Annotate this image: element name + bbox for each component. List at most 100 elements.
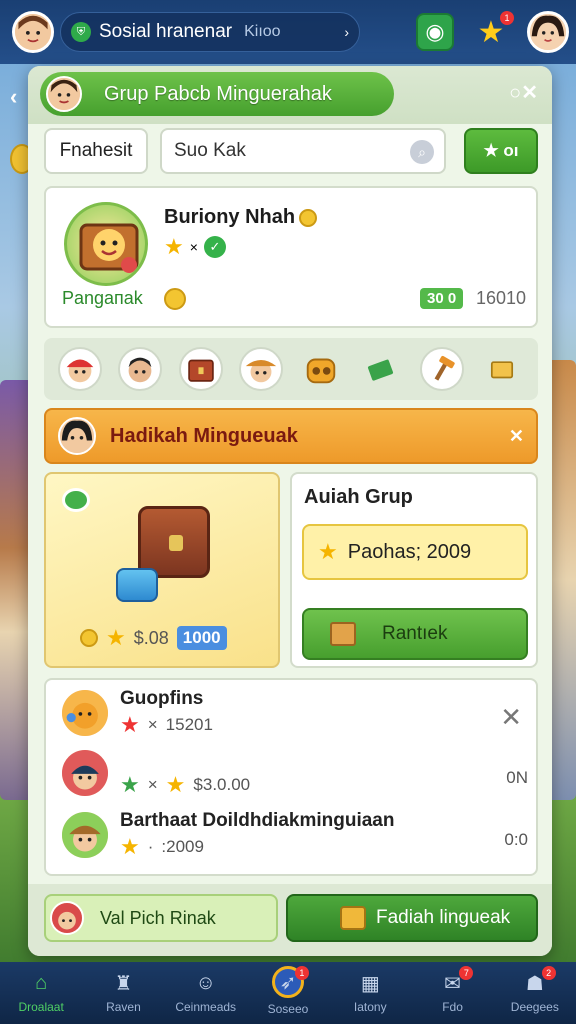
star-icon: ★ <box>318 539 338 564</box>
modal-title-pill: Grup Pabcb Minguerahak <box>40 72 394 116</box>
avatar-boy-icon[interactable] <box>118 347 163 391</box>
banner-avatar <box>58 417 96 455</box>
reward-badge: 1000 <box>176 626 227 650</box>
face-icon: ☺ <box>195 971 216 994</box>
profile-count: 16010 <box>476 288 527 308</box>
member-stats: ★ × ★ $3.0.00 <box>120 774 250 796</box>
star-icon: ★ <box>165 772 186 797</box>
chat-icon[interactable] <box>62 488 90 512</box>
castle-icon: ♜ <box>114 972 133 995</box>
coin-icon <box>164 288 186 310</box>
nav-badge: 1 <box>294 966 309 980</box>
search-value: Suo Kak <box>174 140 246 161</box>
group-profile-card[interactable]: Buriony Nhah ★ × ✓ Pangaпak 30 0 16010 <box>44 186 538 328</box>
footer-avatar <box>50 901 84 935</box>
profile-role: Pangaпak <box>62 288 143 308</box>
back-arrow-icon[interactable]: ‹ <box>10 84 17 110</box>
friend-avatar[interactable] <box>527 11 569 53</box>
social-title-pill[interactable]: ⛨ Sosial hranenar Kiıoo › <box>60 12 360 52</box>
bottom-nav: ⌂ Droalaat ♜ Raven ☺ Ceinmeads ➶ Soseeo … <box>0 962 576 1024</box>
nav-item-face[interactable]: ☺ Ceinmeads <box>165 962 247 1024</box>
nav-label: Fdo <box>442 1000 463 1014</box>
claim-label: Rantıek <box>382 623 448 644</box>
star-icon: ★ <box>164 234 184 259</box>
coin-icon <box>80 629 98 647</box>
nav-label: Soseeo <box>267 1002 309 1016</box>
hammer-icon[interactable] <box>419 347 464 391</box>
footer-right-label: Fadiah lingueak <box>376 907 511 928</box>
claim-button[interactable]: Rantıek <box>302 608 528 660</box>
weekly-gift-banner[interactable]: Hadikah Mingueuak ✕ <box>44 408 538 464</box>
star-icon: ★ <box>120 772 140 797</box>
nav-item-bag[interactable]: ☗ Deegees 2 <box>494 962 576 1024</box>
list-item[interactable]: Guopfins ★ × 15201 <box>60 688 528 744</box>
close-icon[interactable]: ○✕ <box>509 80 538 105</box>
search-input[interactable]: Suo Kak ⌕ <box>160 128 446 174</box>
social-title: Sosial hranenar <box>99 21 233 42</box>
multiply-icon: · <box>147 837 154 856</box>
chevron-right-icon[interactable]: › <box>344 24 349 40</box>
coin-icon <box>299 208 318 227</box>
profile-name: Buriony Nhah <box>164 206 318 229</box>
star-filter-button[interactable]: ★ oı <box>464 128 538 174</box>
social-title-suffix: Kiıoo <box>244 23 281 40</box>
avatar-hat-icon[interactable] <box>238 347 283 391</box>
modal-header: Grup Pabcb Minguerahak ○✕ <box>28 66 552 124</box>
nav-label: Iatony <box>353 1000 387 1014</box>
home-icon: ⌂ <box>35 971 48 994</box>
nav-item-home[interactable]: ⌂ Droalaat <box>0 962 82 1024</box>
member-stat: :2009 <box>161 837 204 856</box>
member-stat: $3.0.00 <box>193 775 251 794</box>
member-name: Guopfins <box>120 688 204 709</box>
reward-card[interactable]: ★ $.08 1000 <box>44 472 280 668</box>
members-list: ✕ Guopfins ★ × 15201 ★ × ★ $3.0.00 0N Ba… <box>44 678 538 876</box>
gift-icon <box>340 906 366 930</box>
list-item[interactable]: Barthaat Doildhdiakminguiaan ★ · :2009 0… <box>60 810 528 866</box>
modal-footer: Val Pich Rinak Fadiah lingueak <box>28 884 552 956</box>
star-icon: ★ <box>120 712 140 737</box>
weekly-gift-button[interactable]: Fadiah lingueak <box>286 894 538 942</box>
box-icon[interactable] <box>480 347 524 391</box>
nav-item-castle[interactable]: ♜ Raven <box>82 962 164 1024</box>
chest-icon[interactable] <box>178 347 223 391</box>
member-icon-strip <box>44 338 538 400</box>
banner-title: Hadikah Mingueuak <box>110 424 298 447</box>
crate-icon <box>330 622 356 646</box>
member-avatar <box>60 810 110 860</box>
member-stats: ★ · :2009 <box>120 836 204 858</box>
member-stats: ★ × 15201 <box>120 714 213 736</box>
player-avatar[interactable] <box>12 11 54 53</box>
member-avatar <box>60 688 110 738</box>
user-badge-icon[interactable]: ◉ <box>416 13 454 51</box>
view-weekly-button[interactable]: Val Pich Rinak <box>44 894 278 942</box>
profile-rating: ★ × ✓ <box>164 236 226 258</box>
member-name: Barthaat Doildhdiakminguiaan <box>120 810 395 831</box>
list-item[interactable]: ★ × ★ $3.0.00 0N <box>60 748 528 804</box>
nav-item-grid[interactable]: ▦ Iatony <box>329 962 411 1024</box>
filter-chip[interactable]: Fnahesit <box>44 128 148 174</box>
reward-price: $.08 <box>133 627 169 648</box>
star-icon: ★ <box>106 625 126 650</box>
coin-bag-icon[interactable] <box>299 347 343 391</box>
nav-item-mail[interactable]: ✉ Fdo 7 <box>411 962 493 1024</box>
cash-icon[interactable] <box>359 347 403 391</box>
group-modal: Grup Pabcb Minguerahak ○✕ Fnahesit Suo K… <box>28 66 552 956</box>
multiply-icon: × <box>189 239 198 255</box>
nav-label: Ceinmeads <box>175 1000 237 1014</box>
member-right-value: 0N <box>506 768 528 787</box>
search-icon[interactable]: ⌕ <box>410 140 434 164</box>
nav-item-compass[interactable]: ➶ Soseeo 1 <box>247 962 329 1024</box>
multiply-icon: × <box>147 775 158 794</box>
profile-level-badge: 30 0 <box>420 288 464 309</box>
close-icon[interactable]: ✕ <box>509 426 524 447</box>
star-icon[interactable]: ★ 1 <box>472 11 514 51</box>
star-badge: 1 <box>500 11 514 25</box>
shield-icon: ⛨ <box>71 22 91 42</box>
grid-icon: ▦ <box>360 972 380 995</box>
nav-badge: 7 <box>459 966 474 980</box>
group-emblem-icon <box>64 202 148 286</box>
star-icon: ★ <box>120 834 140 859</box>
modal-title: Grup Pabcb Minguerahak <box>104 82 332 105</box>
group-leader-avatar <box>46 76 82 112</box>
avatar-red-cap-icon[interactable] <box>58 347 103 391</box>
